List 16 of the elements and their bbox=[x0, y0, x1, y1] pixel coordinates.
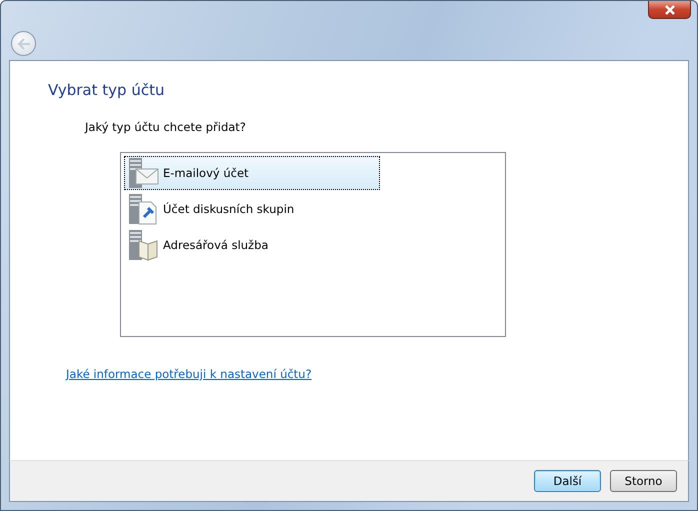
server-book-icon bbox=[127, 229, 159, 261]
close-icon bbox=[664, 4, 676, 14]
server-envelope-icon bbox=[127, 157, 159, 189]
account-type-list[interactable]: E-mailový účet Účet diskusních skupin Adresářová služba bbox=[120, 152, 506, 337]
account-type-item[interactable]: Účet diskusních skupin bbox=[124, 192, 380, 226]
back-arrow-icon bbox=[16, 38, 30, 50]
help-link[interactable]: Jaké informace potřebuji k nastavení účtu? bbox=[66, 367, 312, 381]
close-button[interactable] bbox=[648, 1, 691, 19]
account-type-item[interactable]: Adresářová služba bbox=[124, 228, 380, 262]
question-label: Jaký typ účtu chcete přidat? bbox=[85, 120, 247, 134]
server-document-pin-icon bbox=[127, 193, 159, 225]
account-type-item[interactable]: E-mailový účet bbox=[124, 156, 380, 190]
page-heading: Vybrat typ účtu bbox=[48, 81, 166, 99]
cancel-button[interactable]: Storno bbox=[610, 470, 677, 492]
next-button[interactable]: Další bbox=[534, 470, 601, 492]
back-button[interactable] bbox=[11, 31, 36, 56]
